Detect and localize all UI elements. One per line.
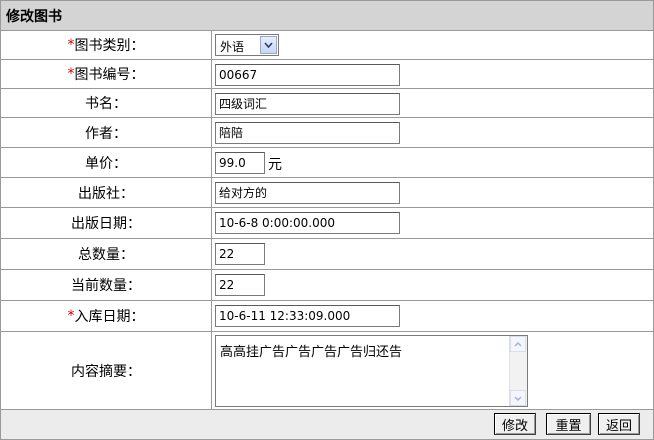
row-book-number: * 图书编号： 00667 — [1, 60, 653, 89]
arrow-down-icon[interactable] — [510, 390, 526, 406]
current-quantity-input[interactable]: 22 — [215, 274, 265, 296]
row-total-quantity: 总数量： 22 — [1, 239, 653, 270]
required-mark: * — [67, 66, 75, 82]
summary-textarea[interactable]: 高高挂广告广告广告广告归还告 — [215, 335, 528, 407]
form-footer: 修改 重置 返回 — [1, 410, 653, 439]
category-select-value: 外语 — [220, 40, 245, 54]
author-label: 作者： — [1, 118, 212, 147]
current-quantity-label: 当前数量： — [1, 270, 212, 300]
price-input[interactable]: 99.0 — [215, 152, 265, 174]
book-title-input[interactable]: 四级词汇 — [215, 93, 400, 115]
required-mark: * — [67, 308, 75, 324]
summary-label: 内容摘要： — [1, 332, 212, 409]
publish-date-label: 出版日期： — [1, 208, 212, 238]
book-title-label: 书名： — [1, 89, 212, 117]
row-book-title: 书名： 四级词汇 — [1, 89, 653, 118]
arrow-up-icon[interactable] — [510, 336, 526, 352]
modify-button[interactable]: 修改 — [494, 413, 536, 435]
row-summary: 内容摘要： 高高挂广告广告广告广告归还告 — [1, 332, 653, 410]
row-publisher: 出版社： 给对方的 — [1, 178, 653, 208]
total-quantity-input[interactable]: 22 — [215, 243, 265, 265]
book-number-label: * 图书编号： — [1, 60, 212, 88]
stock-in-date-input[interactable]: 10-6-11 12:33:09.000 — [215, 305, 400, 327]
publish-date-input[interactable]: 10-6-8 0:00:00.000 — [215, 212, 400, 234]
total-quantity-label: 总数量： — [1, 239, 212, 269]
chevron-down-icon[interactable] — [260, 36, 277, 54]
summary-text: 高高挂广告广告广告广告归还告 — [220, 345, 403, 360]
stock-in-date-label: * 入库日期： — [1, 301, 212, 331]
row-category: * 图书类别： 外语 — [1, 31, 653, 60]
reset-button[interactable]: 重置 — [546, 413, 591, 435]
form-header: 修改图书 — [1, 1, 653, 31]
row-price: 单价： 99.0 元 — [1, 148, 653, 178]
category-label: * 图书类别： — [1, 31, 212, 59]
publisher-input[interactable]: 给对方的 — [215, 182, 400, 204]
row-stock-in-date: * 入库日期： 10-6-11 12:33:09.000 — [1, 301, 653, 332]
publisher-label: 出版社： — [1, 178, 212, 207]
summary-scrollbar[interactable] — [509, 336, 527, 406]
price-label: 单价： — [1, 148, 212, 177]
page-title: 修改图书 — [6, 9, 62, 25]
back-button[interactable]: 返回 — [598, 413, 640, 435]
row-author: 作者： 陪陪 — [1, 118, 653, 148]
edit-book-form: 修改图书 * 图书类别： 外语 * 图书编号： 00667 书名： 四级词汇 作者：… — [0, 0, 654, 440]
book-number-input[interactable]: 00667 — [215, 64, 400, 86]
category-select[interactable]: 外语 — [215, 34, 279, 56]
price-unit: 元 — [268, 157, 282, 173]
required-mark: * — [67, 37, 75, 53]
row-publish-date: 出版日期： 10-6-8 0:00:00.000 — [1, 208, 653, 239]
row-current-quantity: 当前数量： 22 — [1, 270, 653, 301]
author-input[interactable]: 陪陪 — [215, 122, 400, 144]
